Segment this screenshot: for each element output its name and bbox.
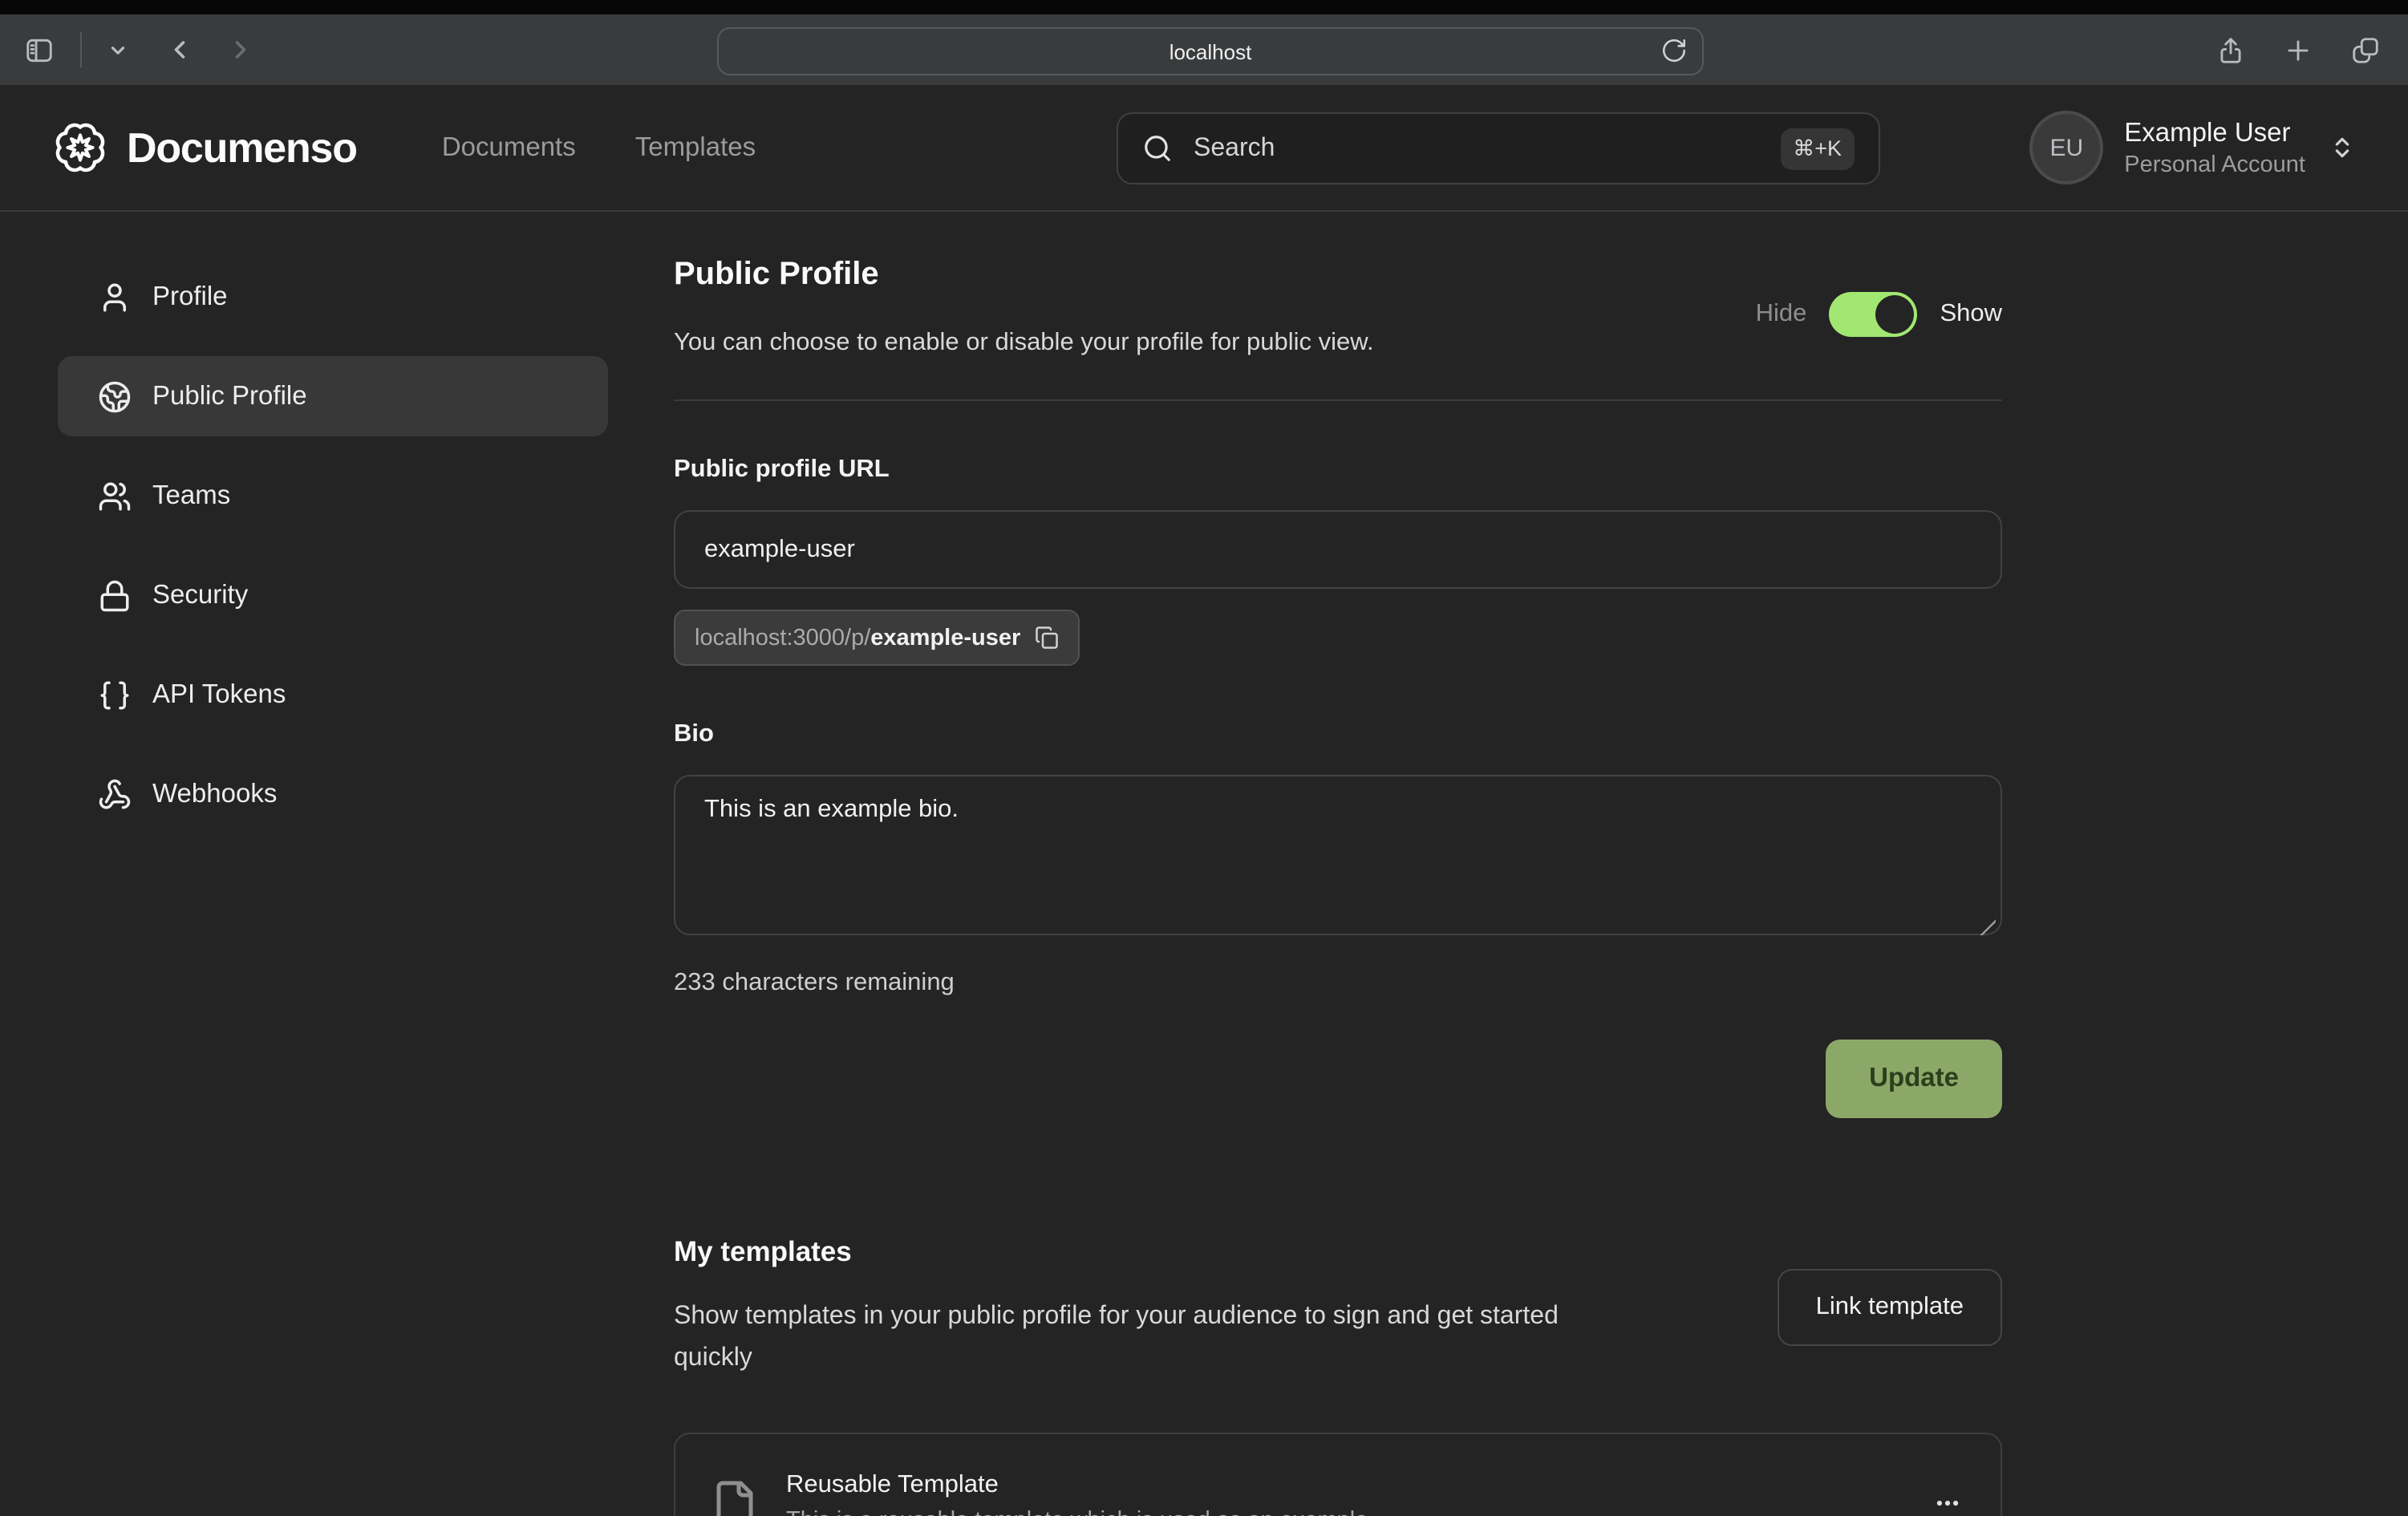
sidebar-dropdown-button[interactable] [107,39,128,60]
sidebar-item-api-tokens[interactable]: API Tokens [58,655,608,735]
public-profile-url-input[interactable] [674,510,2002,589]
chevron-down-icon [107,39,128,60]
my-templates-title: My templates [674,1235,1778,1269]
search-shortcut-badge: ⌘+K [1780,128,1855,169]
user-icon [98,280,132,314]
tabs-icon [2350,34,2381,65]
sidebar-item-label: Security [152,580,248,610]
my-templates-header: My templates Show templates in your publ… [674,1235,2002,1380]
public-url-badge: localhost:3000/p/ example-user [674,610,1080,666]
search-icon [1142,133,1173,164]
share-button[interactable] [2215,34,2246,65]
refresh-button[interactable] [1660,37,1688,69]
characters-remaining: 233 characters remaining [674,969,2002,998]
copy-url-button[interactable] [1035,626,1059,650]
back-button[interactable] [165,35,194,64]
update-row: Update [674,1040,2002,1118]
public-url-slug: example-user [870,625,1020,651]
user-info: Example User Personal Account [2124,116,2305,179]
template-card-text: Reusable Template This is a reusable tem… [786,1469,1374,1516]
copy-icon [1035,626,1059,650]
sidebar-item-profile[interactable]: Profile [58,257,608,337]
public-profile-settings: Public Profile Hide Show You can choose … [674,241,2002,1516]
safari-window: localhost [0,0,2408,1516]
settings-sidebar: Profile Public Profile Teams Security AP… [58,257,608,834]
address-bar-url: localhost [1170,39,1252,63]
my-templates-text: My templates Show templates in your publ… [674,1235,1778,1380]
sidebar-item-security[interactable]: Security [58,555,608,635]
window-top-edge [0,0,2408,14]
template-card: Reusable Template This is a reusable tem… [674,1433,2002,1516]
my-templates-description: Show templates in your public profile fo… [674,1296,1778,1380]
browser-toolbar: localhost [0,14,2408,85]
user-account-type: Personal Account [2124,150,2305,179]
toggle-hide-label: Hide [1756,300,1807,329]
template-card-description: This is a reusable template which is use… [786,1506,1374,1516]
toggle-knob [1875,295,1914,334]
panel-left-icon [24,34,55,65]
sidebar-item-label: Webhooks [152,779,277,809]
nav-documents[interactable]: Documents [442,132,576,163]
avatar: EU [2029,111,2103,184]
braces-icon [98,678,132,711]
profile-visibility-toggle[interactable] [1829,292,1917,337]
sidebar-item-teams[interactable]: Teams [58,456,608,536]
search-input[interactable] [1190,132,1762,164]
user-menu-trigger[interactable]: EU Example User Personal Account [2029,111,2355,184]
search-box[interactable]: ⌘+K [1117,112,1880,184]
user-name: Example User [2124,116,2305,148]
avatar-initials: EU [2049,134,2083,161]
sidebar-item-label: Public Profile [152,381,307,411]
documenso-logo-icon [53,120,107,175]
sidebar-item-label: Profile [152,282,228,312]
link-template-button[interactable]: Link template [1778,1269,2002,1346]
template-actions-button[interactable] [1930,1485,1965,1516]
ellipsis-icon [1930,1485,1965,1516]
section-divider [674,399,2002,401]
description-line: quickly [674,1338,1778,1380]
lock-icon [98,578,132,612]
globe-icon [98,379,132,413]
sidebar-item-public-profile[interactable]: Public Profile [58,356,608,436]
public-url-prefix: localhost:3000/p/ [695,625,870,651]
description-line: Show templates in your public profile fo… [674,1296,1778,1338]
app-header: Documenso Documents Templates ⌘+K EU Exa… [0,85,2408,212]
nav-templates[interactable]: Templates [635,132,756,163]
refresh-icon [1660,37,1688,64]
share-icon [2215,34,2246,65]
new-tab-button[interactable] [2283,34,2313,65]
users-icon [98,479,132,513]
toolbar-divider [80,32,82,67]
main-nav: Documents Templates [442,132,756,163]
sidebar-item-label: API Tokens [152,679,286,710]
forward-button[interactable] [226,35,255,64]
brand-name: Documenso [127,123,357,172]
toggle-show-label: Show [1940,300,2002,329]
chevron-left-icon [165,35,194,64]
bio-textarea[interactable]: This is an example bio. [674,775,2002,935]
sidebar-toggle-button[interactable] [24,34,55,65]
page-title: Public Profile [674,257,2002,294]
toolbar-left-group [24,32,255,67]
bio-field-label: Bio [674,720,2002,749]
tab-overview-button[interactable] [2350,34,2381,65]
file-icon [711,1478,759,1516]
plus-icon [2283,34,2313,65]
visibility-toggle-group: Hide Show [1756,292,2002,337]
chevron-right-icon [226,35,255,64]
url-field-label: Public profile URL [674,456,2002,484]
webhook-icon [98,777,132,811]
update-button[interactable]: Update [1826,1040,2002,1118]
brand-logo[interactable]: Documenso [53,120,357,175]
template-card-title: Reusable Template [786,1469,1374,1501]
sidebar-item-label: Teams [152,480,230,511]
resize-handle[interactable] [1978,918,1996,935]
bio-wrap: This is an example bio. [674,775,2002,943]
address-bar[interactable]: localhost [717,27,1704,75]
section-head: Public Profile Hide Show You can choose … [674,257,2002,358]
sidebar-item-webhooks[interactable]: Webhooks [58,754,608,834]
chevrons-up-down-icon [2329,135,2355,160]
toolbar-right-group [2215,14,2381,85]
